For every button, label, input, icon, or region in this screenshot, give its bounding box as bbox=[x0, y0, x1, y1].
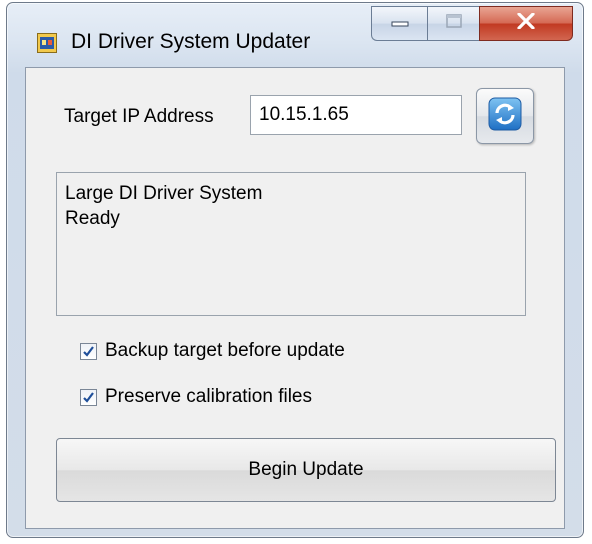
refresh-button[interactable] bbox=[476, 88, 534, 144]
maximize-icon bbox=[445, 14, 462, 33]
check-mark-icon bbox=[83, 391, 94, 403]
target-ip-label: Target IP Address bbox=[64, 106, 214, 127]
status-line-state: Ready bbox=[65, 208, 120, 229]
title-bar[interactable]: DI Driver System Updater bbox=[7, 3, 583, 61]
window-title: DI Driver System Updater bbox=[71, 30, 311, 53]
content-panel: Target IP Address 10.15.1.65 Large DI Dr… bbox=[25, 67, 565, 529]
minimize-icon bbox=[391, 15, 409, 33]
caption-buttons bbox=[371, 6, 573, 41]
backup-checkbox[interactable] bbox=[80, 342, 97, 360]
preserve-label: Preserve calibration files bbox=[105, 386, 312, 407]
refresh-icon bbox=[487, 96, 523, 137]
status-display: Large DI Driver System Ready bbox=[56, 172, 526, 316]
close-icon bbox=[517, 12, 535, 34]
check-mark-icon bbox=[83, 345, 94, 357]
backup-option[interactable]: Backup target before update bbox=[80, 340, 345, 362]
minimize-button[interactable] bbox=[371, 6, 427, 41]
labview-app-icon bbox=[37, 33, 57, 53]
app-window: DI Driver System Updater Target IP Addre… bbox=[6, 2, 584, 538]
close-button[interactable] bbox=[479, 6, 573, 41]
preserve-checkbox[interactable] bbox=[80, 388, 97, 406]
backup-label: Backup target before update bbox=[105, 340, 345, 361]
begin-update-button[interactable]: Begin Update bbox=[56, 438, 556, 502]
target-ip-input[interactable] bbox=[250, 95, 462, 135]
maximize-button[interactable] bbox=[427, 6, 479, 41]
status-line-system: Large DI Driver System bbox=[65, 183, 263, 204]
preserve-option[interactable]: Preserve calibration files bbox=[80, 386, 312, 408]
